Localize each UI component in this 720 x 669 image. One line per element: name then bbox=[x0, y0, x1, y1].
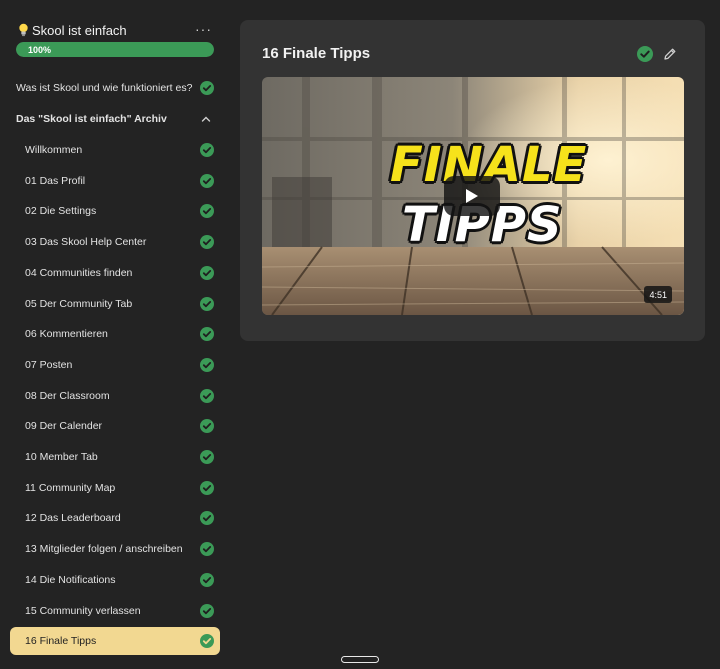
lesson-item[interactable]: 04 Communities finden bbox=[10, 259, 220, 287]
lesson-label: 06 Kommentieren bbox=[25, 328, 108, 340]
lesson-item[interactable]: 01 Das Profil bbox=[10, 167, 220, 195]
check-circle-icon bbox=[200, 450, 214, 464]
check-circle-icon bbox=[200, 634, 214, 648]
course-options-button[interactable]: ··· bbox=[195, 21, 212, 37]
lesson-label: 01 Das Profil bbox=[25, 175, 86, 187]
check-circle-icon bbox=[200, 542, 214, 556]
lesson-item[interactable]: 02 Die Settings bbox=[10, 197, 220, 225]
lesson-item[interactable]: 10 Member Tab bbox=[10, 443, 220, 471]
check-circle-icon bbox=[200, 327, 214, 341]
lesson-label: 07 Posten bbox=[25, 359, 73, 371]
course-sidebar: Skool ist einfach ··· 100% Was ist Skool… bbox=[0, 0, 226, 669]
check-circle-icon bbox=[200, 81, 214, 95]
play-button[interactable] bbox=[444, 176, 500, 216]
lesson-label: 13 Mitglieder folgen / anschreiben bbox=[25, 543, 183, 555]
lightbulb-icon bbox=[16, 22, 30, 38]
lesson-label: 12 Das Leaderboard bbox=[25, 512, 121, 524]
lesson-label: 11 Community Map bbox=[25, 482, 116, 494]
lesson-label: 10 Member Tab bbox=[25, 451, 98, 463]
lesson-item[interactable]: Willkommen bbox=[10, 136, 220, 164]
check-circle-icon bbox=[200, 481, 214, 495]
lesson-item[interactable]: 08 Der Classroom bbox=[10, 382, 220, 410]
play-icon bbox=[466, 189, 478, 203]
lesson-label: 03 Das Skool Help Center bbox=[25, 236, 147, 248]
check-circle-icon bbox=[200, 419, 214, 433]
check-circle-icon bbox=[200, 143, 214, 157]
lesson-label: Was ist Skool und wie funktioniert es? bbox=[16, 82, 193, 94]
lesson-label: 05 Der Community Tab bbox=[25, 298, 133, 310]
lesson-title: 16 Finale Tipps bbox=[262, 45, 371, 62]
course-progress-bar: 100% bbox=[16, 42, 214, 57]
lesson-label: 16 Finale Tipps bbox=[25, 635, 97, 647]
lesson-label: 08 Der Classroom bbox=[25, 390, 110, 402]
chevron-up-icon bbox=[201, 116, 211, 122]
section-label: Das "Skool ist einfach" Archiv bbox=[16, 113, 167, 125]
check-circle-icon bbox=[200, 604, 214, 618]
lesson-item[interactable]: 13 Mitglieder folgen / anschreiben bbox=[10, 535, 220, 563]
lesson-item[interactable]: 15 Community verlassen bbox=[10, 597, 220, 625]
check-circle-icon bbox=[200, 174, 214, 188]
video-duration: 4:51 bbox=[644, 286, 672, 303]
course-title: Skool ist einfach bbox=[32, 22, 127, 38]
lesson-item[interactable]: 12 Das Leaderboard bbox=[10, 504, 220, 532]
lesson-item[interactable]: 16 Finale Tipps bbox=[10, 627, 220, 655]
lesson-label: 02 Die Settings bbox=[25, 205, 97, 217]
home-indicator[interactable] bbox=[341, 656, 379, 663]
completed-check-icon[interactable] bbox=[637, 46, 653, 62]
check-circle-icon bbox=[200, 573, 214, 587]
check-circle-icon bbox=[200, 511, 214, 525]
video-player[interactable]: FINALE TIPPS 4:51 bbox=[262, 77, 684, 315]
lesson-item[interactable]: 05 Der Community Tab bbox=[10, 290, 220, 318]
check-circle-icon bbox=[200, 235, 214, 249]
lesson-item[interactable]: 14 Die Notifications bbox=[10, 566, 220, 594]
lesson-label: 09 Der Calender bbox=[25, 420, 103, 432]
lesson-item[interactable]: 09 Der Calender bbox=[10, 412, 220, 440]
lesson-label: 15 Community verlassen bbox=[25, 605, 141, 617]
lesson-label: 04 Communities finden bbox=[25, 267, 133, 279]
lesson-label: Willkommen bbox=[25, 144, 83, 156]
check-circle-icon bbox=[200, 297, 214, 311]
lesson-item[interactable]: 06 Kommentieren bbox=[10, 320, 220, 348]
check-circle-icon bbox=[200, 358, 214, 372]
course-header: Skool ist einfach ··· bbox=[16, 20, 214, 40]
course-progress-label: 100% bbox=[28, 44, 52, 55]
check-circle-icon bbox=[200, 204, 214, 218]
lesson-item[interactable]: 11 Community Map bbox=[10, 474, 220, 502]
check-circle-icon bbox=[200, 266, 214, 280]
lesson-card: 16 Finale Tipps FINALE TIPPS 4:51 bbox=[240, 20, 705, 341]
pencil-icon[interactable] bbox=[663, 47, 677, 61]
course-progress-fill: 100% bbox=[16, 42, 214, 57]
check-circle-icon bbox=[200, 389, 214, 403]
lesson-item[interactable]: 07 Posten bbox=[10, 351, 220, 379]
lesson-label: 14 Die Notifications bbox=[25, 574, 116, 586]
lesson-item[interactable]: 03 Das Skool Help Center bbox=[10, 228, 220, 256]
lesson-item-intro[interactable]: Was ist Skool und wie funktioniert es? bbox=[10, 74, 220, 102]
section-header-archive[interactable]: Das "Skool ist einfach" Archiv bbox=[10, 105, 220, 133]
